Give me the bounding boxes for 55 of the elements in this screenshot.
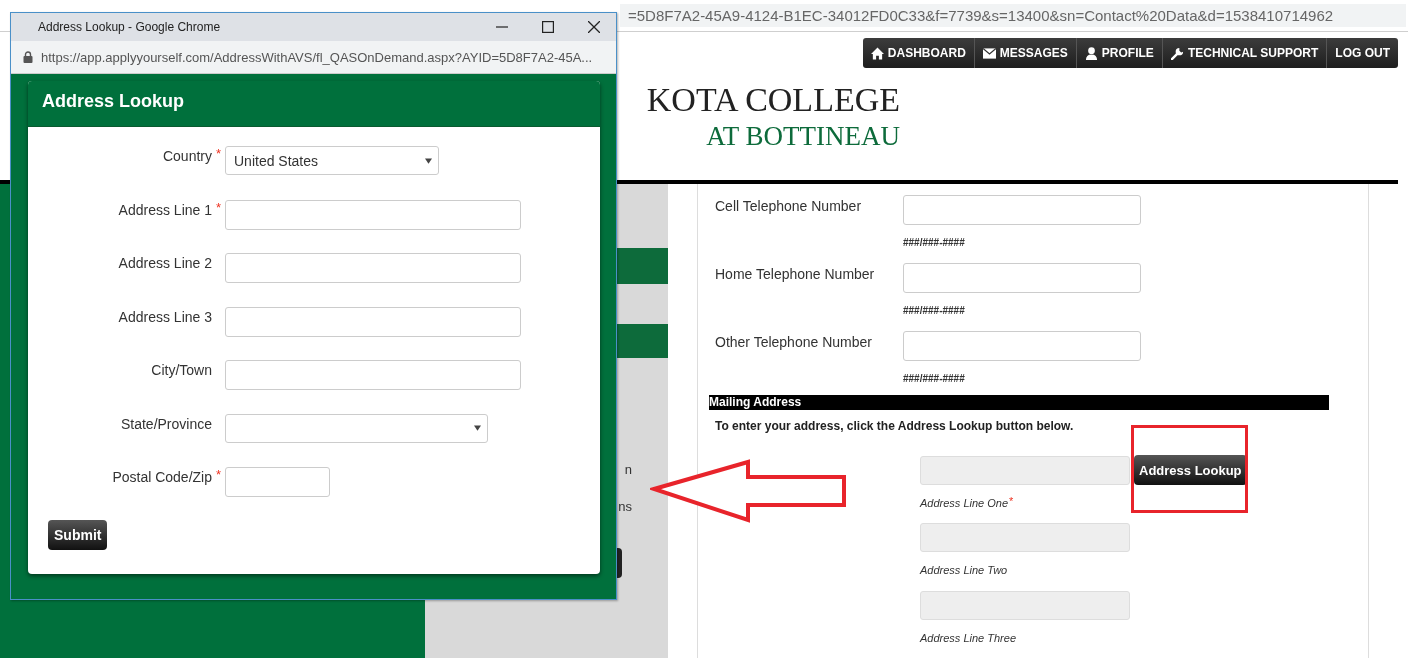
field-label: Address Line 3 <box>117 307 212 325</box>
field-label: State/Province <box>119 414 212 432</box>
instruction-text: To enter your address, click the Address Lookup button below. <box>715 419 1075 433</box>
phone-input-field[interactable] <box>903 195 1141 225</box>
wrench-icon <box>1170 46 1184 60</box>
field-label: Other Telephone Number <box>714 333 873 352</box>
nav-link[interactable]: PROFILE <box>1076 38 1163 68</box>
submit-button[interactable]: Submit <box>48 519 108 550</box>
required-mark: * <box>215 146 222 161</box>
envelope-icon <box>982 46 996 60</box>
sidebar-link[interactable]: n <box>624 462 632 477</box>
format-hint: ###/###-#### <box>903 305 966 316</box>
window-title: Address Lookup - Google Chrome <box>38 20 221 34</box>
required-mark: * <box>215 199 222 215</box>
postal-code-field[interactable] <box>225 467 330 497</box>
maximize-icon[interactable] <box>542 21 554 33</box>
caret-icon <box>474 425 481 431</box>
section-header: Mailing Address <box>709 395 1329 410</box>
lock-icon <box>23 51 33 63</box>
caret-icon <box>425 157 432 164</box>
address-lookup-button[interactable]: Address Lookup <box>1134 455 1247 485</box>
field-label: City/Town <box>150 361 212 378</box>
sidebar-link[interactable]: ns <box>618 499 632 514</box>
phone-input-field[interactable] <box>903 263 1141 293</box>
dialog-header: Address Lookup <box>28 81 600 127</box>
nav-link[interactable]: MESSAGES <box>974 38 1077 68</box>
text-input-field[interactable] <box>225 199 521 230</box>
required-mark: * <box>1009 497 1014 505</box>
nav-link[interactable]: TECHNICAL SUPPORT <box>1162 38 1328 68</box>
format-hint: ###/###-#### <box>903 237 966 248</box>
text-input-field[interactable] <box>225 306 521 337</box>
field-caption: Address Line Two <box>920 564 1008 576</box>
field-caption: Address Line Three <box>920 632 1016 644</box>
field-label: Address Line 1 <box>117 200 212 218</box>
field-label: Cell Telephone Number <box>714 197 863 216</box>
person-icon <box>1084 46 1098 60</box>
format-hint: ###/###-#### <box>903 373 966 384</box>
dropdown[interactable] <box>225 413 488 443</box>
text-input-field[interactable] <box>225 253 521 283</box>
phone-input-field[interactable] <box>903 331 1141 361</box>
college-name: KOTA COLLEGE <box>645 80 900 120</box>
close-icon[interactable] <box>588 21 600 33</box>
home-icon <box>870 46 884 60</box>
field-label: Country <box>161 147 212 164</box>
nav-link[interactable]: LOG OUT <box>1327 38 1398 68</box>
address-bar-url[interactable]: =5D8F7A2-45A9-4124-B1EC-34012FD0C33&f=7739&s=13400&sn=Contact%20Data&d=1538410714962 <box>620 4 1406 27</box>
field-caption: Address Line One <box>920 497 1009 509</box>
text-input-field[interactable] <box>225 360 521 390</box>
college-location: AT BOTTINEAU <box>705 120 900 152</box>
required-mark: * <box>215 467 222 482</box>
nav-link[interactable]: DASHBOARD <box>862 38 975 68</box>
field-label: Home Telephone Number <box>714 265 876 284</box>
field-label: Address Line 2 <box>117 254 212 271</box>
field-label: Postal Code/Zip <box>111 468 212 485</box>
dropdown[interactable]: United States <box>225 146 439 175</box>
